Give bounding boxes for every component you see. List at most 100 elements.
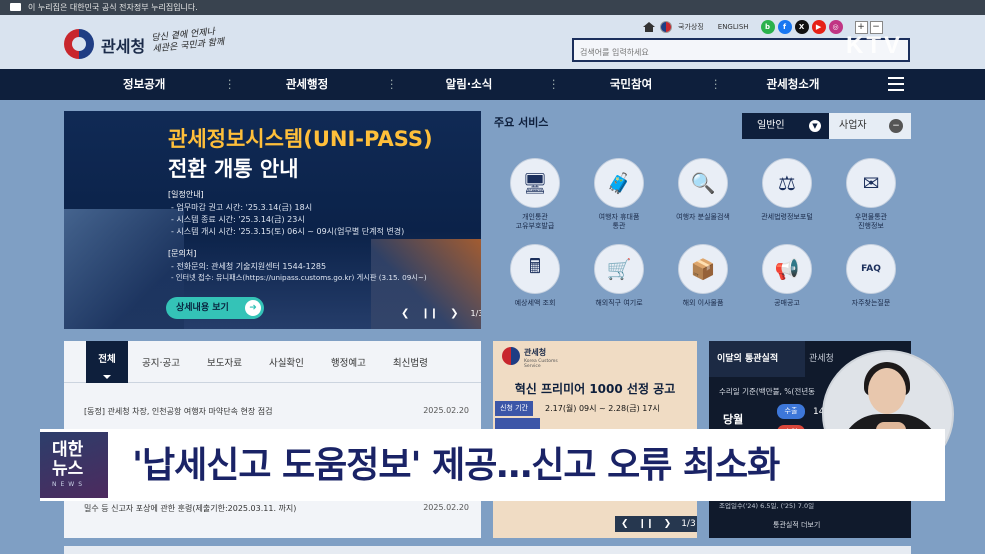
- menu-icon[interactable]: [888, 77, 904, 91]
- list-item[interactable]: 밀수 등 신고자 포상에 관한 훈령(제출기한:2025.03.11. 까지) …: [84, 503, 469, 514]
- promo-title: 혁신 프리미어 1000 선정 공고: [514, 382, 676, 396]
- facebook-icon[interactable]: f: [777, 20, 792, 34]
- tab-general-label: 일반인: [757, 120, 785, 131]
- service-item[interactable]: 🧳 여행자 휴대품 통관: [578, 158, 660, 231]
- mail-icon: ✉: [846, 158, 896, 208]
- nav-item-news[interactable]: 알림·소식: [386, 69, 550, 100]
- program-logo-sub: NEWS: [52, 481, 87, 488]
- banner-inquiry-line: - 인터넷 접수: 유니패스(https://unipass.customs.g…: [171, 273, 427, 282]
- stats-more-link[interactable]: 통관실적 더보기: [773, 520, 820, 530]
- main-banner[interactable]: 관세정보시스템(UNI-PASS) 전환 개통 안내 [일정안내] - 업무마감…: [64, 111, 481, 329]
- megaphone-icon: 📢: [762, 244, 812, 294]
- banner-inquiry-line: - 전화문의: 관세청 기술지원센터 1544-1285: [171, 262, 327, 271]
- service-item-label: 예상세액 조회: [514, 299, 556, 307]
- search-input[interactable]: [574, 42, 874, 63]
- service-item[interactable]: ✉ 우편물통관 진행정보: [830, 158, 912, 231]
- banner-schedule-line: - 시스템 종료 시간: '25.3.14(금) 23시: [171, 215, 305, 224]
- service-item-label: 관세법령정보포털: [761, 213, 813, 221]
- banner-page-indicator: 1/3: [470, 309, 481, 318]
- service-item[interactable]: ⚖ 관세법령정보포털: [746, 158, 828, 222]
- nav-item-customs-admin[interactable]: 관세행정: [224, 69, 388, 100]
- service-item[interactable]: 🛒 해외직구 여기로: [578, 244, 660, 308]
- customs-logo-icon: [502, 347, 520, 365]
- tab-laws[interactable]: 최신법령: [393, 355, 428, 369]
- flag-icon: [10, 3, 21, 11]
- nav-item-about[interactable]: 관세청소개: [710, 69, 874, 100]
- tab-monthly-stats[interactable]: 이달의 통관실적: [709, 341, 805, 377]
- news-headline: '납세신고 도움정보' 제공…신고 오류 최소화: [132, 445, 780, 486]
- nav-item-info-disclosure[interactable]: 정보공개: [64, 69, 226, 100]
- banner-schedule-line: - 시스템 개시 시간: '25.3.15(토) 06시 ~ 09시(업무별 단…: [171, 227, 405, 236]
- stats-export-badge: 수출: [777, 404, 805, 419]
- pause-icon[interactable]: ❙❙: [639, 519, 654, 529]
- banner-detail-button[interactable]: 상세내용 보기 ➜: [166, 297, 264, 319]
- list-item-date: 2025.02.20: [423, 503, 469, 512]
- tab-business[interactable]: 사업자 −: [829, 113, 911, 139]
- service-item[interactable]: 🖥 개인통관 고유부호발급: [494, 158, 576, 231]
- cart-icon: 🛒: [594, 244, 644, 294]
- link-national-symbol[interactable]: 국가상징: [678, 22, 704, 32]
- home-icon[interactable]: [643, 22, 655, 32]
- luggage-icon: 🧳: [594, 158, 644, 208]
- service-item[interactable]: FAQ 자주찾는질문: [830, 244, 912, 308]
- sns-links: b f X ▶ ◎: [760, 20, 843, 34]
- prev-icon[interactable]: ❮: [401, 308, 409, 319]
- ktv-broadcast-logo: KTV: [846, 32, 903, 59]
- next-icon[interactable]: ❯: [664, 519, 672, 529]
- tab-general-public[interactable]: 일반인 ▼: [742, 113, 829, 139]
- stats-note: 수리일 기준(백만불, %(전년동: [719, 387, 816, 396]
- box-icon: 📦: [678, 244, 728, 294]
- banner-title: 관세정보시스템(UNI-PASS): [168, 127, 433, 151]
- site-logo-text[interactable]: 관세청: [101, 33, 145, 57]
- stats-working-days: 조업일수('24) 6.5일, ('25) 7.0일: [719, 502, 815, 510]
- service-item[interactable]: 📦 해외 이사물품: [662, 244, 744, 308]
- link-english[interactable]: ENGLISH: [718, 23, 749, 31]
- blog-icon[interactable]: b: [760, 20, 775, 34]
- faq-icon: FAQ: [846, 244, 896, 294]
- tab-press[interactable]: 보도자료: [207, 355, 242, 369]
- gov-notice-text: 이 누리집은 대한민국 공식 전자정부 누리집입니다.: [28, 3, 198, 12]
- customs-logo-icon[interactable]: [64, 29, 94, 59]
- service-item[interactable]: 🖩 예상세액 조회: [494, 244, 576, 308]
- news-program-logo: 대한 뉴스 NEWS: [40, 432, 108, 498]
- prev-icon[interactable]: ❮: [621, 519, 629, 529]
- service-item-label: 자주찾는질문: [851, 299, 891, 307]
- list-item-date: 2025.02.20: [423, 406, 469, 415]
- services-title: 주요 서비스: [494, 116, 549, 129]
- list-item[interactable]: [동정] 관세청 차장, 인천공항 여행자 마약단속 현장 점검 2025.02…: [84, 406, 469, 417]
- next-icon[interactable]: ❯: [450, 308, 458, 319]
- tab-admin-notice[interactable]: 행정예고: [331, 355, 366, 369]
- footer-strip: [64, 546, 911, 554]
- main-nav: 정보공개 관세행정 알림·소식 국민참여 관세청소개: [0, 69, 985, 100]
- program-logo-line-1: 대한: [52, 440, 84, 460]
- service-item-label: 여행자 휴대품 통관: [598, 213, 640, 230]
- service-item[interactable]: 🔍 여행자 분실물검색: [662, 158, 744, 222]
- minus-icon: −: [889, 119, 903, 133]
- promo-controls: ❮ ❙❙ ❯ 1/3: [615, 516, 697, 532]
- program-logo-line-2: 뉴스: [52, 459, 84, 479]
- tab-notices[interactable]: 공지·공고: [142, 355, 180, 369]
- list-item-title: 밀수 등 신고자 포상에 관한 훈령(제출기한:2025.03.11. 까지): [84, 504, 297, 513]
- youtube-icon[interactable]: ▶: [811, 20, 826, 34]
- banner-schedule-line: - 업무마감 권고 시간: '25.3.14(금) 18시: [171, 203, 313, 212]
- instagram-icon[interactable]: ◎: [828, 20, 843, 34]
- nav-item-participation[interactable]: 국민참여: [548, 69, 712, 100]
- service-item-label: 공매공고: [774, 299, 800, 307]
- tab-customs-other[interactable]: 관세청: [809, 341, 834, 377]
- promo-period-label: 신청 기간: [495, 401, 533, 416]
- tab-all[interactable]: 전체: [86, 340, 128, 383]
- banner-inquiry-heading: [문의처]: [168, 249, 197, 258]
- tab-fact-check[interactable]: 사실확인: [269, 355, 304, 369]
- promo-org: 관세청: [524, 348, 547, 357]
- chevron-down-icon: ▼: [809, 120, 821, 132]
- calculator-icon: 🖩: [510, 244, 560, 294]
- gavel-icon: ⚖: [762, 158, 812, 208]
- service-item[interactable]: 📢 공매공고: [746, 244, 828, 308]
- gov-notice-strip: 이 누리집은 대한민국 공식 전자정부 누리집입니다.: [0, 0, 985, 15]
- x-icon[interactable]: X: [794, 20, 809, 34]
- list-item-title: [동정] 관세청 차장, 인천공항 여행자 마약단속 현장 점검: [84, 407, 273, 416]
- service-item-label: 여행자 분실물검색: [676, 213, 730, 221]
- banner-subtitle: 전환 개통 안내: [168, 157, 299, 181]
- service-item-label: 해외 이사물품: [682, 299, 724, 307]
- pause-icon[interactable]: ❙❙: [421, 308, 438, 319]
